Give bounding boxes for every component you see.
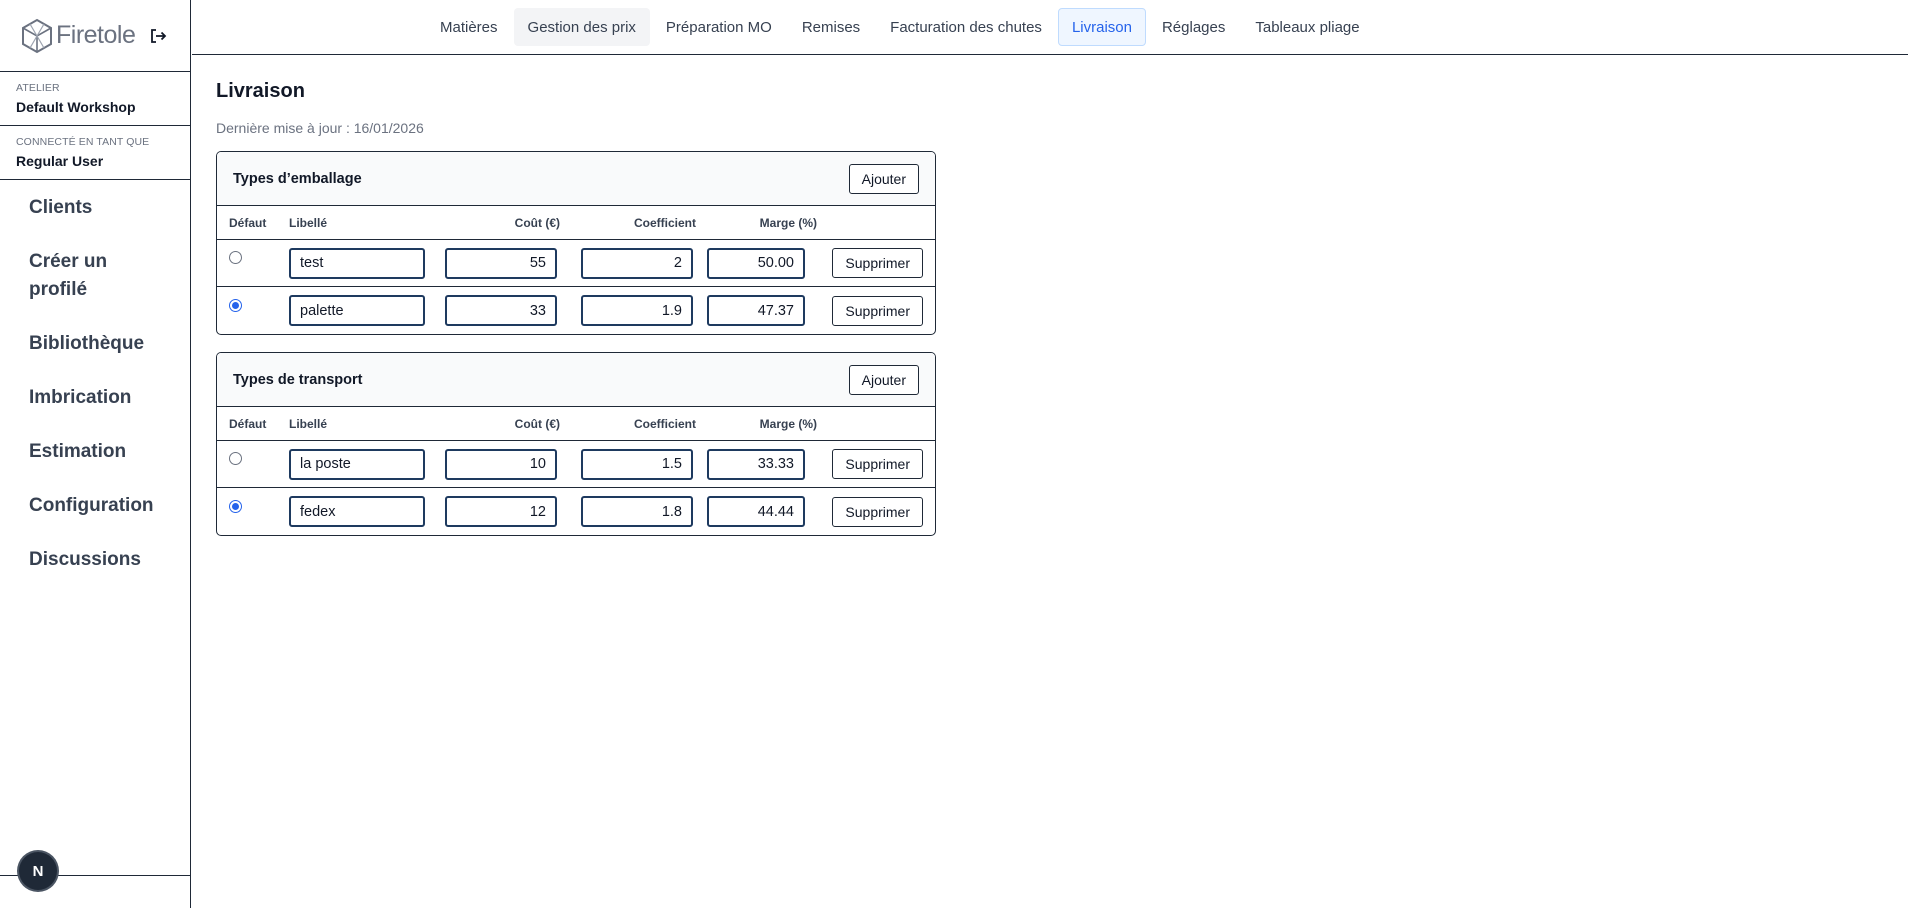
sidebar-item-clients[interactable]: Clients [0,194,190,222]
transport-rows: la poste 10 1.5 33.33 Supprimer fedex 12… [217,441,935,535]
label-input[interactable]: fedex [289,496,425,527]
delete-button[interactable]: Supprimer [832,248,923,278]
coef-input[interactable]: 2 [581,247,693,279]
margin-input[interactable]: 47.37 [707,295,805,326]
sidebar-item-imbrication[interactable]: Imbrication [0,384,190,412]
tab-preparation-mo[interactable]: Préparation MO [652,8,786,46]
transport-header: Types de transport Ajouter [217,353,935,407]
col-coef: Coefficient [633,215,696,230]
main-content: Livraison Dernière mise à jour : 16/01/2… [216,80,936,536]
transport-table-header: Défaut Libellé Coût (€) Coefficient Marg… [217,407,935,441]
margin-input[interactable]: 50.00 [707,247,805,279]
logo-row: Firetole [0,0,190,72]
label-input[interactable]: palette [289,295,425,326]
delete-button[interactable]: Supprimer [832,295,923,326]
packaging-title: Types d’emballage [233,170,362,187]
workshop-label: ATELIER [16,82,60,94]
margin-input[interactable]: 44.44 [707,496,805,527]
table-row: fedex 12 1.8 44.44 Supprimer [217,488,935,535]
add-packaging-button[interactable]: Ajouter [848,163,919,194]
cost-input[interactable]: 10 [445,448,557,480]
default-radio[interactable] [229,298,242,312]
default-radio[interactable] [229,499,242,513]
cost-input[interactable]: 55 [445,247,557,279]
dev-badge-button[interactable]: N [19,852,57,890]
top-nav: Matières Gestion des prix Préparation MO… [192,0,1908,55]
sidebar-item-bibliotheque[interactable]: Bibliothèque [0,330,190,358]
brand-name: Firetole [56,21,136,49]
tab-reglages[interactable]: Réglages [1148,8,1239,46]
transport-card: Types de transport Ajouter Défaut Libell… [216,352,936,536]
col-cost: Coût (€) [514,215,560,230]
tabs: Matières Gestion des prix Préparation MO… [426,8,1374,46]
packaging-card: Types d’emballage Ajouter Défaut Libellé… [216,151,936,335]
label-input[interactable]: la poste [289,448,425,480]
workshop-value: Default Workshop [16,99,136,115]
sidebar: Firetole ATELIER Default Workshop CONNEC… [0,0,191,908]
table-row: palette 33 1.9 47.37 Supprimer [217,287,935,334]
label-input[interactable]: test [289,247,425,279]
default-radio[interactable] [229,452,242,465]
user-label: CONNECTÉ EN TANT QUE [16,136,150,148]
sidebar-nav: Clients Créer un profilé Bibliothèque Im… [0,180,190,574]
col-label: Libellé [289,215,328,230]
tab-tableaux-pliage[interactable]: Tableaux pliage [1241,8,1373,46]
cost-input[interactable]: 12 [445,496,557,527]
tab-matieres[interactable]: Matières [426,8,512,46]
tab-remises[interactable]: Remises [788,8,874,46]
sidebar-item-configuration[interactable]: Configuration [0,492,190,520]
sidebar-item-discussions[interactable]: Discussions [0,546,190,574]
coef-input[interactable]: 1.8 [581,496,693,527]
packaging-header: Types d’emballage Ajouter [217,152,935,206]
col-default: Défaut [229,416,267,431]
tab-facturation-chutes[interactable]: Facturation des chutes [876,8,1056,46]
packaging-table-header: Défaut Libellé Coût (€) Coefficient Marg… [217,206,935,240]
last-updated: Dernière mise à jour : 16/01/2026 [216,120,424,136]
tab-livraison[interactable]: Livraison [1057,8,1146,46]
delete-button[interactable]: Supprimer [832,449,923,479]
tab-gestion-prix[interactable]: Gestion des prix [513,8,650,46]
col-coef: Coefficient [633,416,696,431]
col-margin: Marge (%) [759,215,817,230]
table-row: la poste 10 1.5 33.33 Supprimer [217,441,935,488]
page-title: Livraison [216,80,305,102]
packaging-rows: test 55 2 50.00 Supprimer palette 33 1.9… [217,240,935,334]
cost-input[interactable]: 33 [445,295,557,326]
table-row: test 55 2 50.00 Supprimer [217,240,935,287]
user-value: Regular User [16,153,104,169]
add-transport-button[interactable]: Ajouter [848,364,919,395]
firetole-logo-icon [22,18,52,53]
col-cost: Coût (€) [514,416,560,431]
workshop-block: ATELIER Default Workshop [0,72,190,126]
user-block: CONNECTÉ EN TANT QUE Regular User [0,126,190,180]
coef-input[interactable]: 1.9 [581,295,693,326]
delete-button[interactable]: Supprimer [832,496,923,527]
margin-input[interactable]: 33.33 [707,448,805,480]
default-radio[interactable] [229,251,242,264]
logout-icon[interactable] [149,27,167,45]
col-label: Libellé [289,416,328,431]
sidebar-item-creer-profile[interactable]: Créer un profilé [0,248,140,304]
col-margin: Marge (%) [759,416,817,431]
col-default: Défaut [229,215,267,230]
sidebar-item-estimation[interactable]: Estimation [0,438,190,466]
transport-title: Types de transport [233,371,363,388]
coef-input[interactable]: 1.5 [581,448,693,480]
